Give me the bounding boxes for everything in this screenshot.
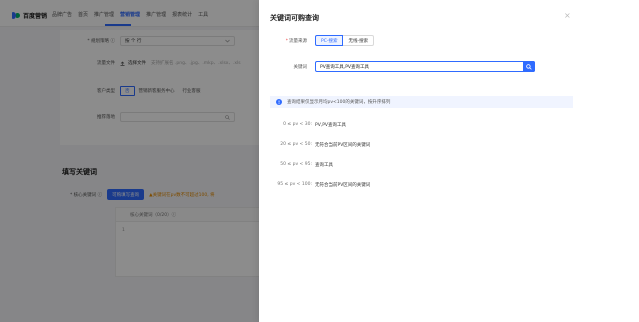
drawer-title: 关键词可购查询 [270,14,319,22]
right-margin [580,0,639,322]
info-bar: ! 查询结果仅显示月均pv<100的关键词，按升序排列 [270,96,573,108]
range-value: 无符合当前PV区间的关键词 [315,183,371,188]
range-label: 95 ≤ pv < 100: [277,182,312,187]
info-text: 查询结果仅显示月均pv<100的关键词，按升序排列 [287,100,391,105]
source-label: *流量来源 [285,38,307,44]
range-label: 50 ≤ pv < 95: [280,162,312,167]
range-label: 0 ≤ pv < 30: [283,122,312,127]
keyword-query-drawer: 关键词可购查询 × *流量来源 PC-搜索 无线-搜索 关键词 PV查询工具,P… [259,0,580,322]
range-row: 50 ≤ pv < 95: 查询工具 [270,162,333,168]
range-value: PV,PV查询工具 [315,123,347,128]
range-label: 20 ≤ pv < 50: [280,142,312,147]
keyword-search-button[interactable] [523,61,535,72]
range-value: 查询工具 [315,163,333,168]
range-row: 20 ≤ pv < 50: 无符合当前PV区间的关键词 [270,142,370,148]
source-option-pc[interactable]: PC-搜索 [315,35,344,46]
range-value: 无符合当前PV区间的关键词 [315,143,371,148]
range-row: 0 ≤ pv < 30: PV,PV查询工具 [270,122,346,128]
keyword-input-value: PV查询工具,PV查询工具 [320,64,370,70]
range-row: 95 ≤ pv < 100: 无符合当前PV区间的关键词 [270,182,370,188]
keyword-label: 关键词 [293,64,308,70]
close-icon[interactable]: × [564,12,571,20]
keyword-input[interactable]: PV查询工具,PV查询工具 [315,61,535,72]
search-icon [526,63,532,70]
source-option-mobile[interactable]: 无线-搜索 [343,35,375,46]
keyword-row: 关键词 PV查询工具,PV查询工具 [270,61,535,72]
info-icon: ! [276,99,282,105]
source-row: *流量来源 PC-搜索 无线-搜索 [270,35,375,46]
